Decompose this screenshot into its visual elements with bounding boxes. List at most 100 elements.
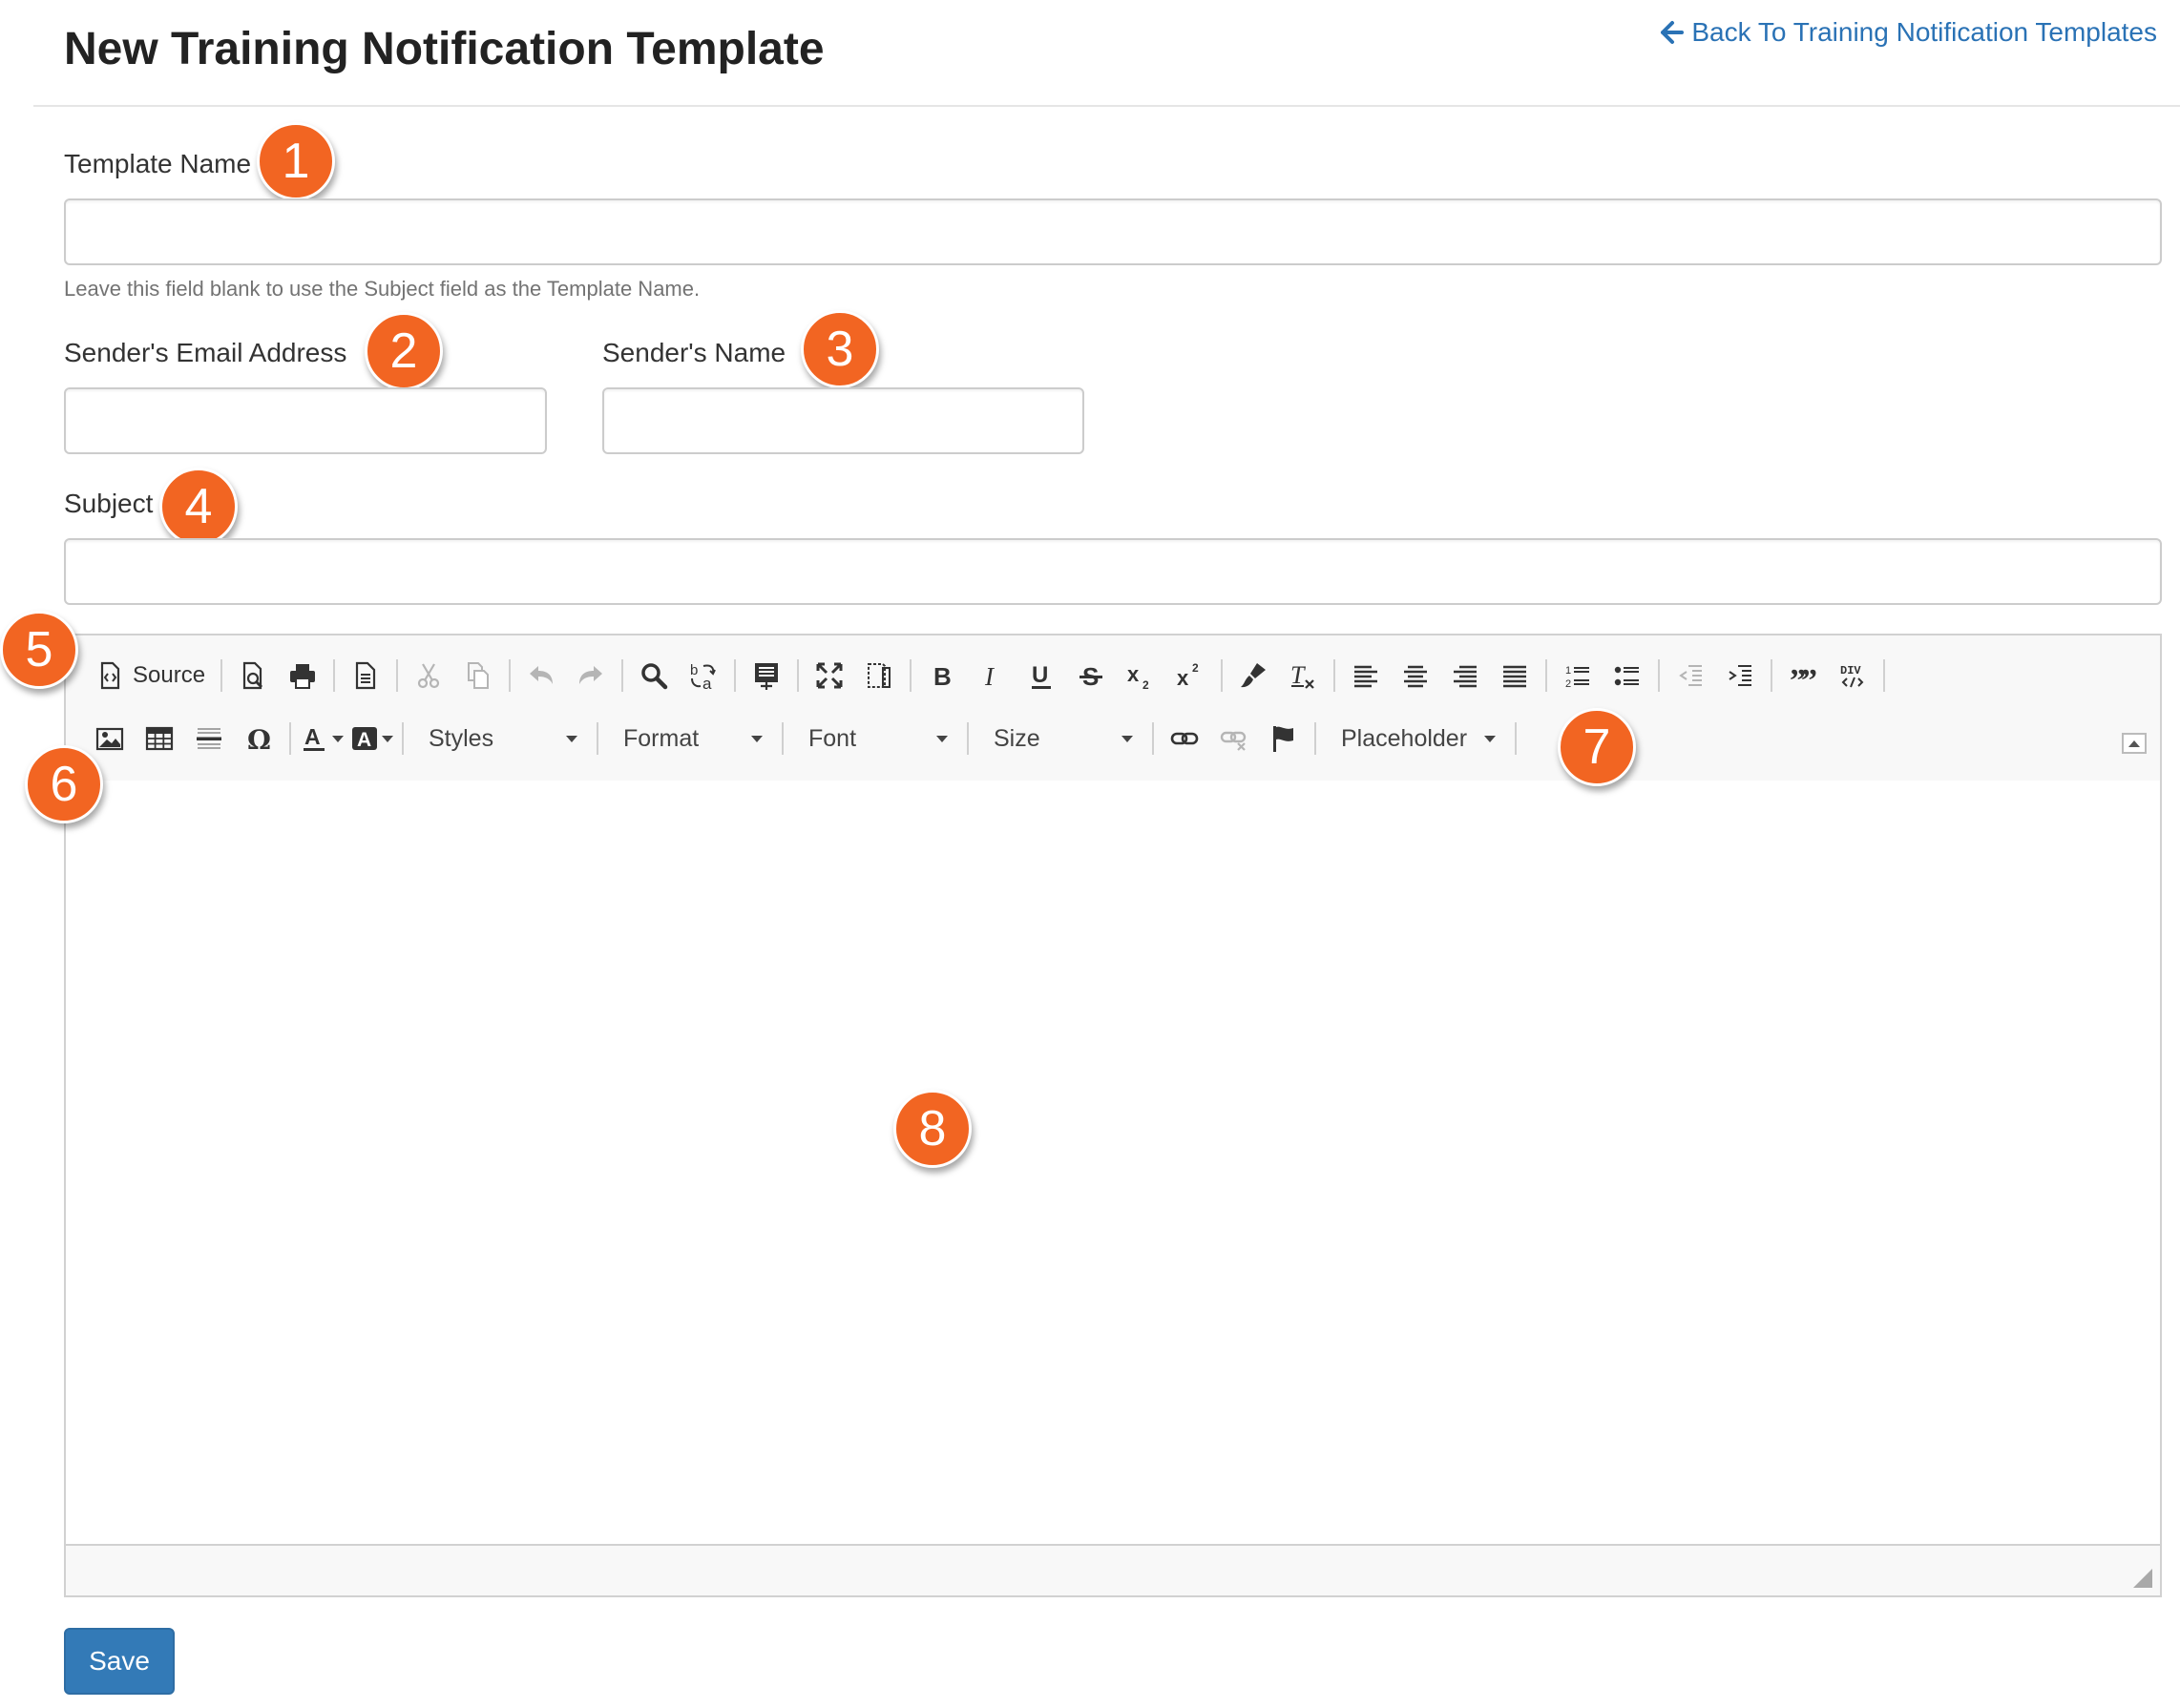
sender-email-label: Sender's Email Address xyxy=(64,338,347,367)
subject-label: Subject xyxy=(64,489,154,518)
text-color-button[interactable]: A xyxy=(297,716,346,761)
redo-button[interactable] xyxy=(566,653,616,698)
back-to-templates-link[interactable]: Back To Training Notification Templates xyxy=(1655,13,2157,52)
align-left-button[interactable] xyxy=(1341,653,1391,698)
blockquote-button[interactable]: ”” xyxy=(1778,653,1828,698)
outdent-icon xyxy=(1679,665,1703,686)
subscript-button[interactable]: x2 xyxy=(1116,653,1165,698)
toolbar-separator xyxy=(597,722,598,755)
magnifier-icon xyxy=(641,663,668,690)
scissors-icon xyxy=(417,663,440,689)
align-right-button[interactable] xyxy=(1440,653,1490,698)
arrow-left-icon xyxy=(1661,21,1685,44)
horizontal-line-button[interactable] xyxy=(184,716,234,761)
toolbar-separator xyxy=(910,659,912,692)
source-button[interactable]: Source xyxy=(85,653,215,698)
svg-text:A: A xyxy=(304,724,321,749)
toolbar-separator xyxy=(967,722,969,755)
align-center-button[interactable] xyxy=(1391,653,1440,698)
outdent-button[interactable] xyxy=(1666,653,1715,698)
placeholder-dropdown[interactable]: Placeholder xyxy=(1322,716,1509,761)
editor-content-area[interactable] xyxy=(66,781,2160,1544)
find-button[interactable] xyxy=(629,653,679,698)
template-name-input[interactable] xyxy=(64,198,2162,265)
styles-dropdown-label: Styles xyxy=(429,724,494,752)
anchor-button[interactable] xyxy=(1259,716,1309,761)
underline-button[interactable]: U xyxy=(1017,653,1066,698)
svg-text:1: 1 xyxy=(1565,665,1571,677)
background-color-button[interactable]: A xyxy=(346,716,396,761)
svg-text:2: 2 xyxy=(1192,661,1199,675)
callout-badge-6: 6 xyxy=(25,745,103,823)
maximize-button[interactable] xyxy=(805,653,854,698)
toolbar-separator xyxy=(1771,659,1773,692)
svg-text:x: x xyxy=(1127,662,1140,686)
toolbar-separator xyxy=(1333,659,1336,692)
bold-icon: B xyxy=(933,662,952,691)
callout-badge-2: 2 xyxy=(365,312,443,390)
font-dropdown[interactable]: Font xyxy=(789,716,961,761)
superscript-button[interactable]: x2 xyxy=(1165,653,1215,698)
underline-icon: U xyxy=(1032,662,1052,689)
resize-handle[interactable] xyxy=(2133,1569,2152,1588)
unlink-button[interactable] xyxy=(1209,716,1259,761)
callout-badge-4: 4 xyxy=(159,468,238,546)
special-character-button[interactable]: Ω xyxy=(234,716,283,761)
select-all-button[interactable] xyxy=(742,653,791,698)
toolbar-row-1: Source ba B I U S x2 x 2 T 1 2 ” ” DIV xyxy=(85,653,1891,698)
sender-email-input[interactable] xyxy=(64,387,547,454)
preview-button[interactable] xyxy=(228,653,278,698)
format-dropdown[interactable]: Format xyxy=(604,716,776,761)
strikethrough-icon: S xyxy=(1080,662,1103,691)
save-button[interactable]: Save xyxy=(64,1628,175,1695)
back-link-label: Back To Training Notification Templates xyxy=(1691,17,2157,47)
select-all-icon xyxy=(755,663,779,690)
styles-dropdown[interactable]: Styles xyxy=(409,716,591,761)
copy-formatting-button[interactable] xyxy=(1228,653,1278,698)
italic-button[interactable]: I xyxy=(967,653,1017,698)
svg-text:a: a xyxy=(702,675,712,691)
cut-button[interactable] xyxy=(404,653,453,698)
sender-name-input[interactable] xyxy=(602,387,1084,454)
link-button[interactable] xyxy=(1160,716,1209,761)
justify-button[interactable] xyxy=(1490,653,1540,698)
strikethrough-button[interactable]: S xyxy=(1066,653,1116,698)
text-color-icon: A xyxy=(304,724,325,751)
indent-button[interactable] xyxy=(1715,653,1765,698)
undo-icon xyxy=(530,666,554,684)
toolbar-separator xyxy=(509,659,512,692)
image-button[interactable] xyxy=(85,716,135,761)
print-button[interactable] xyxy=(278,653,327,698)
preview-icon xyxy=(242,661,263,690)
placeholder-dropdown-label: Placeholder xyxy=(1341,724,1468,752)
undo-button[interactable] xyxy=(516,653,566,698)
toolbar-separator xyxy=(1545,659,1548,692)
replace-button[interactable]: ba xyxy=(679,653,728,698)
chevron-up-icon xyxy=(2128,739,2140,747)
align-right-icon xyxy=(1454,665,1478,688)
size-dropdown[interactable]: Size xyxy=(975,716,1146,761)
collapse-toolbar-button[interactable] xyxy=(2122,733,2147,754)
editor-status-bar xyxy=(66,1544,2160,1595)
toolbar-separator xyxy=(220,659,223,692)
bulleted-list-button[interactable] xyxy=(1603,653,1652,698)
svg-text:2: 2 xyxy=(1565,678,1571,690)
show-blocks-icon xyxy=(868,663,891,688)
rich-text-editor: Source ba B I U S x2 x 2 T 1 2 ” ” DIV Ω… xyxy=(64,634,2162,1597)
show-blocks-button[interactable] xyxy=(854,653,904,698)
callout-badge-7: 7 xyxy=(1558,708,1636,786)
toolbar-separator xyxy=(1221,659,1224,692)
align-left-icon xyxy=(1354,665,1378,688)
create-div-button[interactable]: DIV xyxy=(1828,653,1877,698)
svg-text:DIV: DIV xyxy=(1840,664,1861,677)
numbered-list-button[interactable]: 12 xyxy=(1553,653,1603,698)
templates-button[interactable] xyxy=(341,653,390,698)
bold-button[interactable]: B xyxy=(917,653,967,698)
paintbrush-icon xyxy=(1241,663,1267,688)
div-container-icon: DIV xyxy=(1840,664,1864,688)
link-icon xyxy=(1170,732,1199,745)
remove-format-button[interactable]: T xyxy=(1278,653,1328,698)
copy-button[interactable] xyxy=(453,653,503,698)
table-button[interactable] xyxy=(135,716,184,761)
subject-input[interactable] xyxy=(64,538,2162,605)
